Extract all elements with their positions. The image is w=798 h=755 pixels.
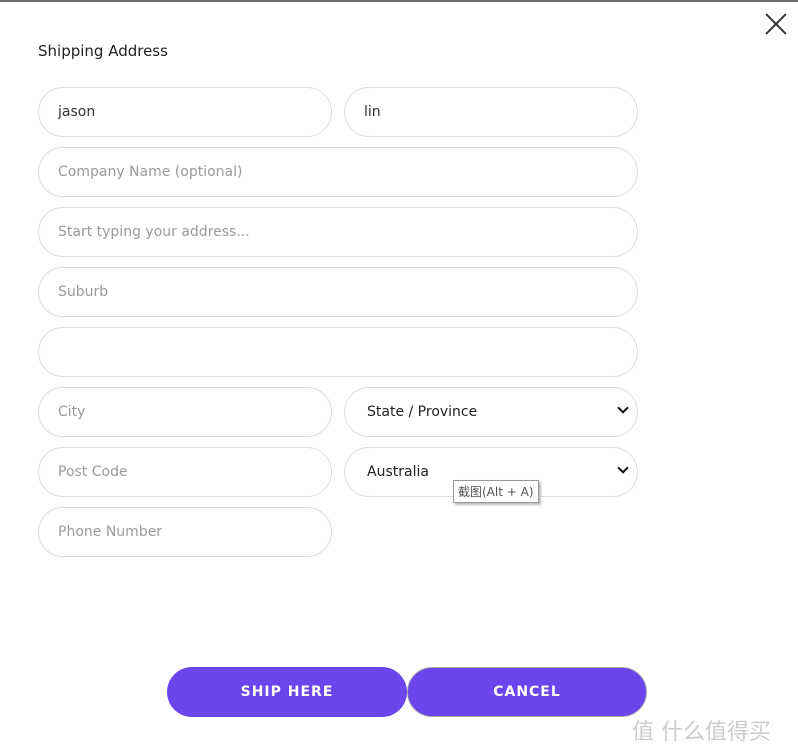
postcode-input[interactable] <box>38 447 332 497</box>
ship-here-button[interactable]: SHIP HERE <box>167 667 407 717</box>
country-selected-value: Australia <box>367 464 429 480</box>
company-input[interactable] <box>38 147 638 197</box>
tooltip: 截图(Alt + A) <box>453 480 539 503</box>
state-select[interactable]: State / Province <box>344 387 638 437</box>
state-selected-value: State / Province <box>367 404 478 420</box>
cancel-button[interactable]: CANCEL <box>407 667 647 717</box>
first-name-input[interactable] <box>38 87 332 137</box>
city-input[interactable] <box>38 387 332 437</box>
phone-input[interactable] <box>38 507 332 557</box>
close-icon[interactable] <box>764 12 788 36</box>
watermark-logo: 值 什么值得买 <box>632 720 771 745</box>
address-line-2-input[interactable] <box>38 327 638 377</box>
address-input[interactable] <box>38 207 638 257</box>
chevron-down-icon <box>617 462 629 474</box>
last-name-input[interactable] <box>344 87 638 137</box>
suburb-input[interactable] <box>38 267 638 317</box>
chevron-down-icon <box>617 402 629 414</box>
page-title: Shipping Address <box>38 42 168 60</box>
